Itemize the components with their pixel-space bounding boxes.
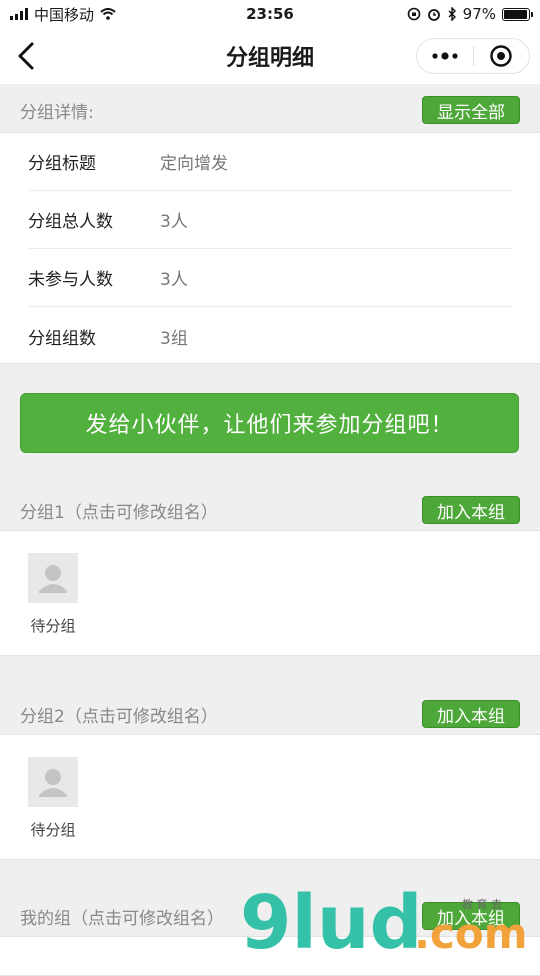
details-header: 分组详情: 显示全部 <box>0 86 540 134</box>
bluetooth-icon <box>448 7 456 21</box>
user-placeholder-icon <box>39 565 67 593</box>
share-invite-button[interactable]: 发给小伙伴，让他们来参加分组吧！ <box>20 393 519 453</box>
page-title: 分组明细 <box>225 46 314 71</box>
detail-row: 分组标题 定向增发 <box>28 133 512 191</box>
detail-row: 未参与人数 3人 <box>28 249 512 307</box>
alarm-icon <box>427 9 440 21</box>
status-bar: 中国移动 23:56 97% <box>0 0 540 28</box>
carrier-label: 中国移动 <box>34 5 95 24</box>
group-members-card: 待分组 <box>0 734 540 860</box>
status-right: 97% <box>407 5 533 23</box>
member-slot[interactable]: 待分组 <box>28 757 78 840</box>
details-header-label: 分组详情: <box>20 102 94 123</box>
orientation-lock-icon <box>407 7 420 21</box>
detail-value: 3人 <box>160 212 188 232</box>
avatar <box>28 757 78 807</box>
battery-percent: 97% <box>462 5 496 23</box>
battery-fill <box>504 9 528 19</box>
signal-icon <box>10 8 28 20</box>
user-placeholder-icon <box>39 769 67 797</box>
member-slot[interactable]: 待分组 <box>28 553 78 636</box>
avatar <box>28 553 78 603</box>
detail-label: 分组总人数 <box>28 212 113 232</box>
group-header[interactable]: 分组2（点击可修改组名） 加入本组 <box>0 690 540 738</box>
group-members-card: 待分组 <box>0 530 540 656</box>
detail-label: 分组组数 <box>28 328 96 349</box>
back-button[interactable] <box>12 40 40 72</box>
group-title[interactable]: 我的组（点击可修改组名） <box>20 904 224 929</box>
detail-label: 分组标题 <box>28 154 96 174</box>
target-close-icon <box>490 45 512 67</box>
chevron-left-icon <box>18 42 34 70</box>
join-group-button[interactable]: 加入本组 <box>422 496 520 524</box>
join-group-button[interactable]: 加入本组 <box>422 700 520 728</box>
detail-label: 未参与人数 <box>28 270 113 290</box>
show-all-button[interactable]: 显示全部 <box>422 96 520 124</box>
more-dots-icon <box>432 52 458 60</box>
group-title[interactable]: 分组2（点击可修改组名） <box>20 702 218 727</box>
member-name: 待分组 <box>30 617 76 635</box>
mini-program-capsule <box>416 38 530 74</box>
nav-bar: 分组明细 <box>0 28 540 84</box>
status-left: 中国移动 <box>10 4 116 25</box>
group-header[interactable]: 分组1（点击可修改组名） 加入本组 <box>0 486 540 534</box>
detail-row: 分组总人数 3人 <box>28 191 512 249</box>
wifi-icon <box>100 8 116 20</box>
battery-icon <box>502 7 533 21</box>
detail-row: 分组组数 3组 <box>28 307 512 365</box>
details-card: 分组标题 定向增发 分组总人数 3人 未参与人数 3人 分组组数 3组 <box>0 132 540 364</box>
detail-value: 3组 <box>160 328 188 349</box>
more-button[interactable] <box>417 39 473 73</box>
group-members-card <box>0 936 540 976</box>
member-name: 待分组 <box>30 821 76 839</box>
detail-value: 3人 <box>160 270 188 290</box>
close-miniprogram-button[interactable] <box>474 39 530 73</box>
group-title[interactable]: 分组1（点击可修改组名） <box>20 498 218 523</box>
group-header[interactable]: 我的组（点击可修改组名） 加入本组 <box>0 892 540 940</box>
detail-value: 定向增发 <box>160 154 228 174</box>
join-group-button[interactable]: 加入本组 <box>422 902 520 930</box>
